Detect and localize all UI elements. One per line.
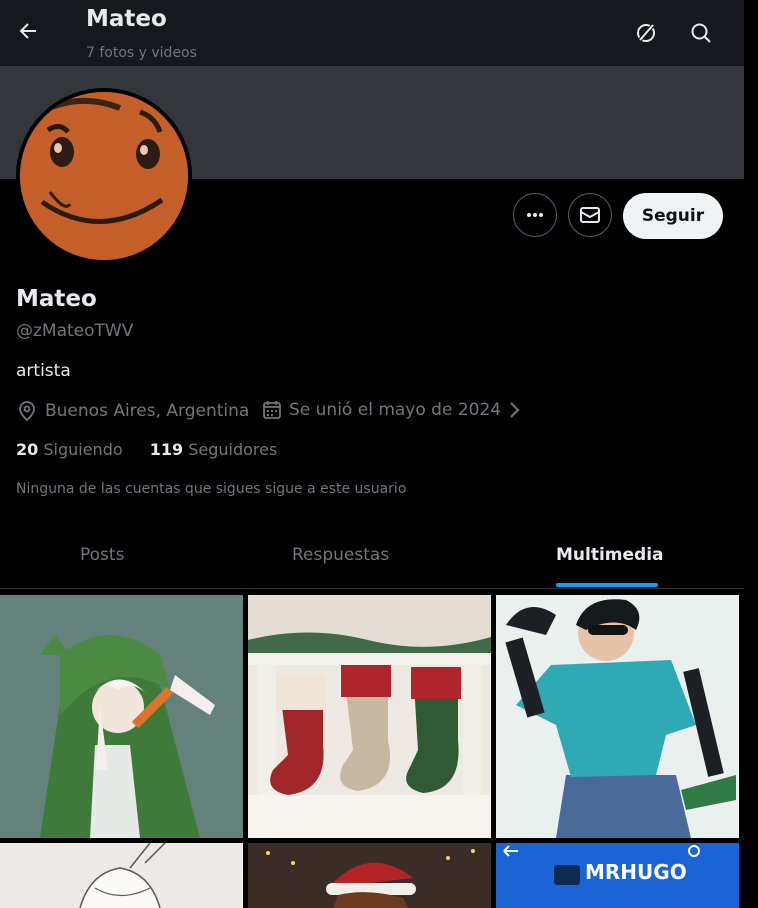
media-tile[interactable] (0, 843, 243, 908)
profile-handle: @zMateoTWV (16, 321, 134, 341)
media-image-sketch (0, 843, 243, 908)
followed-by-note: Ninguna de las cuentas que sigues sigue … (16, 481, 407, 497)
window-edge (744, 0, 758, 908)
header-subtitle: 7 fotos y videos (86, 45, 197, 61)
calendar-icon (263, 401, 281, 419)
avatar-image (20, 92, 188, 260)
profile-name: Mateo (16, 286, 97, 312)
follow-counts: 20 Siguiendo 119 Seguidores (16, 440, 277, 459)
followers-link[interactable]: 119 Seguidores (150, 440, 278, 459)
profile-joined[interactable]: Se unió el mayo de 2024 (262, 400, 521, 420)
location-text: Buenos Aires, Argentina (45, 401, 250, 421)
media-image-christmas-stockings (248, 595, 491, 838)
mail-icon (580, 207, 600, 223)
media-image-santa-hat (248, 843, 491, 908)
media-image-bunny-dino (0, 595, 243, 838)
active-tab-indicator (556, 583, 658, 587)
chevron-right-icon (510, 402, 520, 418)
media-image-boy-cap (496, 595, 739, 838)
avatar[interactable] (16, 88, 192, 264)
followers-label: Seguidores (188, 440, 278, 459)
tab-replies[interactable]: Respuestas (292, 545, 389, 565)
media-tile-caption: MRHUGO (585, 860, 687, 884)
media-tile[interactable] (0, 595, 243, 838)
more-dots-icon (527, 213, 543, 217)
back-arrow-icon[interactable] (16, 19, 40, 43)
tab-media[interactable]: Multimedia (556, 545, 664, 565)
joined-text: Se unió el mayo de 2024 (289, 400, 502, 420)
more-options-button[interactable] (513, 193, 557, 237)
following-count: 20 (16, 440, 39, 459)
message-button[interactable] (568, 193, 612, 237)
grok-icon[interactable] (634, 21, 658, 45)
profile-bio: artista (16, 361, 71, 381)
media-tile[interactable] (248, 595, 491, 838)
media-tile[interactable] (248, 843, 491, 908)
top-bar: Mateo 7 fotos y videos (0, 0, 744, 66)
media-tile[interactable] (496, 595, 739, 838)
header-title: Mateo (86, 6, 167, 32)
tabs-divider (0, 588, 744, 589)
search-icon[interactable] (689, 21, 713, 45)
followers-count: 119 (149, 440, 184, 459)
profile-location: Buenos Aires, Argentina (16, 400, 249, 422)
following-link[interactable]: 20 Siguiendo (16, 440, 123, 459)
follow-button[interactable]: Seguir (623, 193, 723, 239)
following-label: Siguiendo (43, 440, 123, 459)
location-pin-icon (19, 401, 35, 422)
tab-posts[interactable]: Posts (80, 545, 124, 565)
